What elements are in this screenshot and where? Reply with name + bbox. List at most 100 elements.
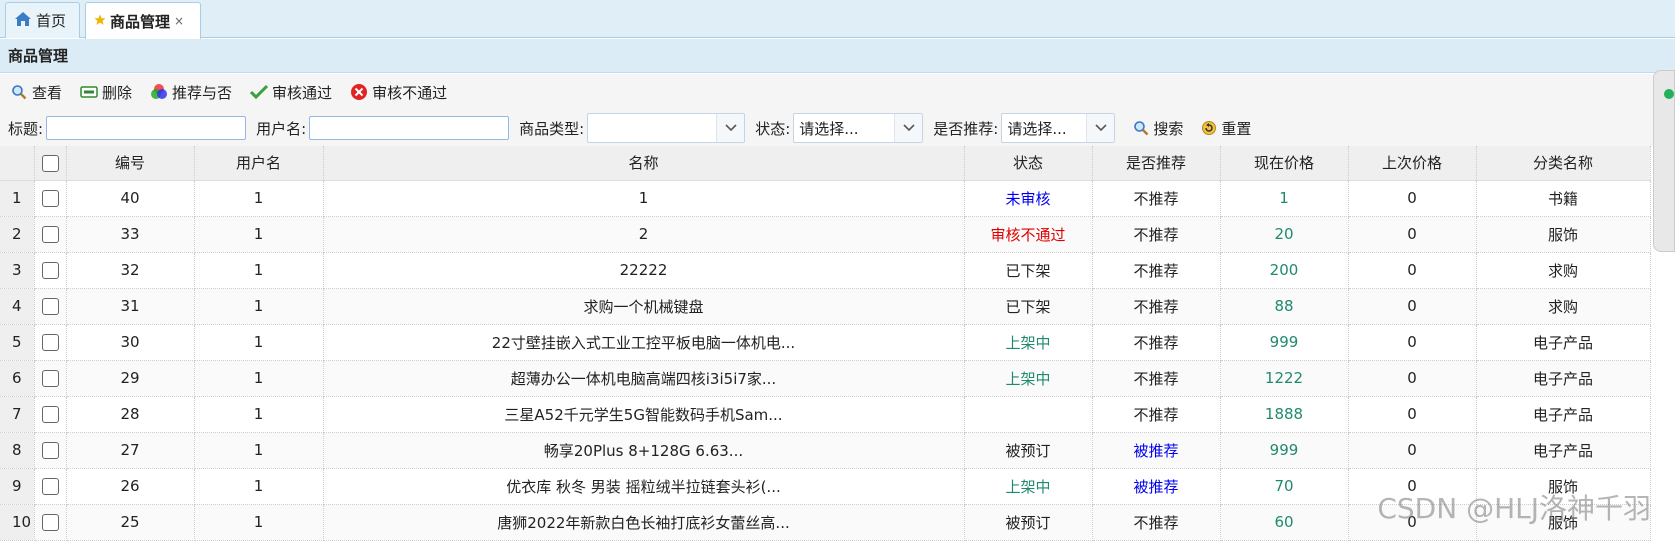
row-number: 5 [0, 324, 35, 361]
cell-price: 999 [1220, 432, 1349, 469]
row-number: 8 [0, 432, 35, 469]
cell-user: 1 [194, 324, 324, 361]
cell-name: 求购一个机械键盘 [323, 288, 965, 325]
cell-recommend: 被推荐 [1092, 432, 1221, 469]
column-header-category[interactable]: 分类名称 [1476, 146, 1651, 181]
reject-button[interactable]: 审核不通过 [350, 82, 447, 103]
column-header-user[interactable]: 用户名 [194, 146, 324, 181]
chevron-down-icon[interactable] [894, 114, 923, 142]
row-checkbox[interactable] [41, 442, 59, 459]
title-input[interactable] [46, 116, 247, 140]
floating-side-widget[interactable] [1653, 70, 1675, 252]
table-row[interactable]: 3 32 1 22222 已下架 不推荐 200 0 求购 [0, 252, 1651, 289]
status-filter-label: 状态: [755, 119, 791, 138]
table-row[interactable]: 4 31 1 求购一个机械键盘 已下架 不推荐 88 0 求购 [0, 288, 1651, 325]
cell-name: 优衣库 秋冬 男装 摇粒绒半拉链套头衫(... [323, 468, 965, 505]
table-row[interactable]: 6 29 1 超薄办公一体机电脑高端四核i3i5i7家... 上架中 不推荐 1222 0 电子… [0, 360, 1651, 397]
table-row[interactable]: 7 28 1 三星A52千元学生5G智能数码手机Sam... 不推荐 1888 0 电子产品 [0, 396, 1651, 433]
select-all-checkbox[interactable] [41, 154, 59, 172]
column-header-status[interactable]: 状态 [964, 146, 1093, 181]
cell-last-price: 0 [1348, 324, 1477, 361]
tab-product-management[interactable]: 商品管理 × [85, 2, 201, 39]
user-input[interactable] [309, 116, 510, 140]
column-header-id[interactable]: 编号 [66, 146, 195, 181]
cell-user: 1 [194, 288, 324, 325]
column-header-name[interactable]: 名称 [323, 146, 965, 181]
search-button-label: 搜索 [1153, 119, 1184, 138]
cell-category: 电子产品 [1476, 396, 1651, 433]
row-checkbox[interactable] [41, 226, 59, 243]
cell-recommend: 不推荐 [1092, 288, 1221, 325]
row-checkbox-cell [34, 216, 67, 253]
status-dot-icon [1664, 89, 1674, 99]
cell-status: 被预订 [964, 432, 1093, 469]
cell-user: 1 [194, 432, 324, 469]
column-header-recommend[interactable]: 是否推荐 [1092, 146, 1221, 181]
row-checkbox[interactable] [41, 298, 59, 315]
row-checkbox[interactable] [41, 262, 59, 279]
view-button[interactable]: 查看 [10, 82, 62, 103]
table-row[interactable]: 1 40 1 1 未审核 不推荐 1 0 书籍 [0, 180, 1651, 217]
column-header-price[interactable]: 现在价格 [1220, 146, 1349, 181]
table-body: 1 40 1 1 未审核 不推荐 1 0 书籍 2 33 1 2 审核不通过 不推荐 20 0 服饰 3 32 1 222… [0, 180, 1651, 541]
table-row[interactable]: 10 25 1 唐狮2022年新款白色长袖打底衫女蕾丝高... 被预订 不推荐 60 0 服饰 [0, 504, 1651, 541]
recommend-toggle-button[interactable]: 推荐与否 [150, 82, 232, 103]
cell-recommend: 不推荐 [1092, 396, 1221, 433]
approve-button-label: 审核通过 [272, 83, 333, 102]
search-button[interactable]: 搜索 [1133, 118, 1183, 139]
cell-name: 三星A52千元学生5G智能数码手机Sam... [323, 396, 965, 433]
red-cross-icon [350, 83, 368, 101]
status-select[interactable]: 请选择... [793, 113, 924, 143]
delete-button[interactable]: 删除 [80, 82, 132, 103]
minus-box-icon [80, 83, 98, 101]
reset-button[interactable]: 重置 [1201, 118, 1251, 139]
tab-close-icon[interactable]: × [174, 14, 184, 28]
cell-status: 上架中 [964, 360, 1093, 397]
cell-status [964, 396, 1093, 433]
chevron-down-icon[interactable] [716, 114, 745, 142]
product-table: 编号 用户名 名称 状态 是否推荐 现在价格 上次价格 分类名称 1 40 1 1 未审… [0, 146, 1651, 541]
table-row[interactable]: 8 27 1 畅享20Plus 8+128G 6.63... 被预订 被推荐 999 0 电子产… [0, 432, 1651, 469]
tab-home-label: 首页 [36, 12, 67, 30]
cell-status: 已下架 [964, 252, 1093, 289]
tab-home[interactable]: 首页 [5, 2, 80, 38]
cell-last-price: 0 [1348, 288, 1477, 325]
cell-category: 服饰 [1476, 504, 1651, 541]
cell-user: 1 [194, 396, 324, 433]
column-header-last-price[interactable]: 上次价格 [1348, 146, 1477, 181]
cell-last-price: 0 [1348, 468, 1477, 505]
row-number: 9 [0, 468, 35, 505]
row-number: 4 [0, 288, 35, 325]
cell-name: 22寸壁挂嵌入式工业工控平板电脑一体机电... [323, 324, 965, 361]
row-number: 6 [0, 360, 35, 397]
table-header-row: 编号 用户名 名称 状态 是否推荐 现在价格 上次价格 分类名称 [0, 146, 1651, 181]
row-checkbox[interactable] [41, 334, 59, 351]
select-all-header [34, 146, 67, 181]
type-select[interactable] [587, 113, 746, 143]
approve-button[interactable]: 审核通过 [250, 82, 332, 103]
recommend-select[interactable]: 请选择... [1001, 113, 1116, 143]
cell-last-price: 0 [1348, 504, 1477, 541]
table-row[interactable]: 5 30 1 22寸壁挂嵌入式工业工控平板电脑一体机电... 上架中 不推荐 999 0 电子产… [0, 324, 1651, 361]
row-checkbox[interactable] [41, 514, 59, 531]
magnifier-icon [10, 83, 28, 101]
cell-id: 27 [66, 432, 195, 469]
panel-title: 商品管理 [0, 39, 1675, 73]
cell-price: 20 [1220, 216, 1349, 253]
cell-user: 1 [194, 180, 324, 217]
cell-user: 1 [194, 504, 324, 541]
row-checkbox[interactable] [41, 406, 59, 423]
row-checkbox[interactable] [41, 190, 59, 207]
cell-recommend: 不推荐 [1092, 324, 1221, 361]
cell-status: 被预订 [964, 504, 1093, 541]
cell-category: 求购 [1476, 252, 1651, 289]
row-checkbox[interactable] [41, 370, 59, 387]
table-row[interactable]: 2 33 1 2 审核不通过 不推荐 20 0 服饰 [0, 216, 1651, 253]
row-checkbox[interactable] [41, 478, 59, 495]
tab-product-management-label: 商品管理 [110, 12, 171, 31]
cell-id: 40 [66, 180, 195, 217]
table-row[interactable]: 9 26 1 优衣库 秋冬 男装 摇粒绒半拉链套头衫(... 上架中 被推荐 70 0 服饰 [0, 468, 1651, 505]
row-checkbox-cell [34, 504, 67, 541]
chevron-down-icon[interactable] [1086, 114, 1115, 142]
cell-price: 200 [1220, 252, 1349, 289]
